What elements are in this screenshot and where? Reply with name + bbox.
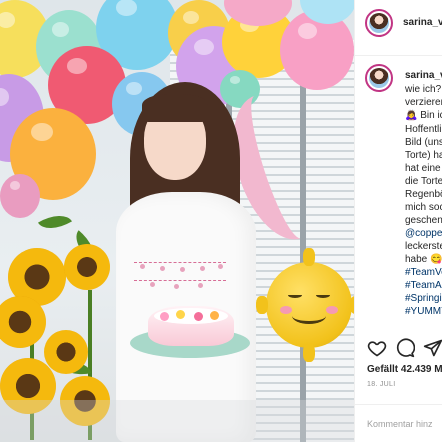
- share-icon[interactable]: [423, 338, 442, 358]
- caption-line: Regenbö: [405, 189, 442, 200]
- caption-line: die Torte: [405, 176, 442, 187]
- sun-cheek: [280, 306, 292, 314]
- topper-dot: [180, 267, 185, 272]
- caption-hashtag[interactable]: #YUMMY: [405, 305, 442, 318]
- hair-bangs: [142, 94, 208, 122]
- caption-text: wie ich? verzieren 🙇‍♀️ Bin ic Hoffentli…: [405, 83, 442, 318]
- caption-line: verzieren: [405, 97, 442, 108]
- sidebar-content: sarina_vs sarina_vs wie ich? verzieren 🙇…: [355, 0, 442, 442]
- caption-hashtag[interactable]: #TeamVe: [405, 266, 442, 279]
- sun-balloon: [256, 248, 354, 362]
- caption-line: habe 😋: [405, 254, 442, 265]
- topper-dot: [140, 264, 145, 269]
- caption-line: Hoffentli: [405, 124, 442, 135]
- sun-cheek: [326, 306, 338, 314]
- balloon-pink: [0, 174, 40, 218]
- cake-decoration: [210, 311, 219, 320]
- caption-line: hat eine: [405, 163, 441, 174]
- likes-count[interactable]: Gefällt 42.439 M: [367, 364, 442, 375]
- add-comment-input[interactable]: [367, 417, 442, 431]
- sun-eye: [316, 292, 330, 298]
- topper-dot: [160, 266, 165, 271]
- topper-dot: [150, 282, 155, 287]
- caption-line: leckerste: [405, 241, 442, 252]
- sunflower: [64, 244, 110, 290]
- sun-eye: [288, 292, 302, 298]
- sun-ray: [303, 344, 315, 362]
- caption-username[interactable]: sarina_vs: [405, 70, 442, 81]
- post-actions: [355, 338, 442, 360]
- leaf: [38, 207, 72, 237]
- caption-line: Bild (uns: [405, 137, 442, 148]
- avatar[interactable]: [365, 9, 393, 37]
- caption-avatar[interactable]: [365, 64, 393, 92]
- topper-garland: [134, 280, 226, 292]
- cake-topper: [134, 256, 226, 290]
- caption-line: geschenk: [405, 215, 442, 226]
- sunflower: [0, 296, 46, 348]
- sunflower: [44, 330, 88, 374]
- topper-dot: [200, 266, 205, 271]
- sun-mouth: [292, 308, 326, 324]
- heart-icon[interactable]: [367, 338, 387, 358]
- caption-line: mich soc: [405, 202, 442, 213]
- caption-hashtag[interactable]: #TeamAu: [405, 279, 442, 292]
- post-photo[interactable]: [0, 0, 354, 442]
- caption-line: wie ich?: [405, 84, 442, 95]
- comment-icon[interactable]: [395, 338, 415, 358]
- caption-hashtag[interactable]: #Springi: [405, 292, 442, 305]
- post-date[interactable]: 18. JULI: [367, 381, 395, 388]
- topper-dot: [174, 284, 179, 289]
- topper-dot: [198, 283, 203, 288]
- cake-decoration: [176, 310, 185, 319]
- topper-dot: [218, 264, 223, 269]
- post-sidebar: sarina_vs sarina_vs wie ich? verzieren 🙇…: [354, 0, 442, 442]
- avatar-image: [369, 68, 389, 88]
- cake-decoration: [160, 312, 169, 321]
- caption-line: 🙇‍♀️ Bin ic: [405, 110, 442, 121]
- caption-line: Torte) ha: [405, 150, 442, 161]
- caption-mention[interactable]: @coppe: [405, 227, 442, 240]
- post-header: sarina_vs: [355, 0, 442, 56]
- window-sill: [0, 400, 354, 442]
- header-username[interactable]: sarina_vs: [403, 17, 442, 28]
- cake-decoration: [194, 312, 203, 321]
- avatar-image: [369, 13, 389, 33]
- add-comment-section: [355, 404, 442, 442]
- sun-ray: [303, 248, 315, 266]
